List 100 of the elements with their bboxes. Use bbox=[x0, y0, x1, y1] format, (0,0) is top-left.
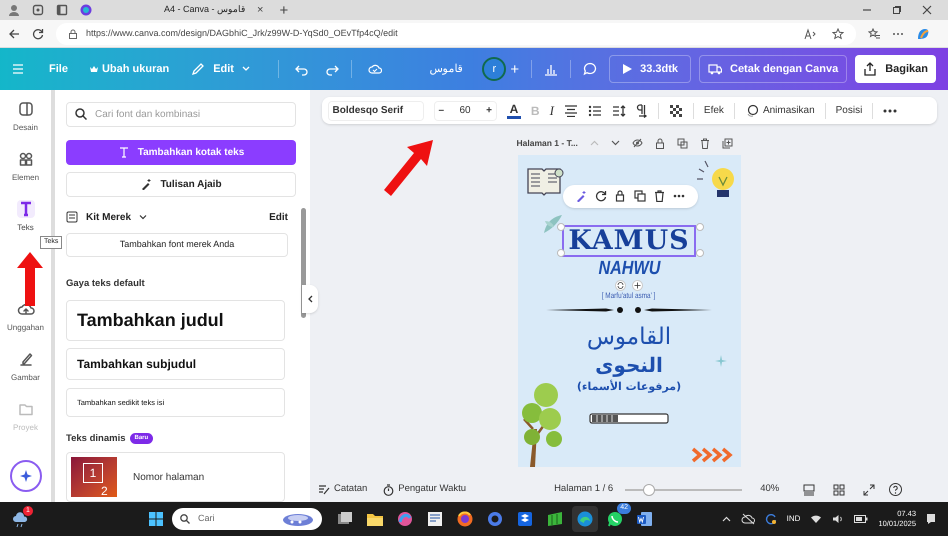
more-icon[interactable] bbox=[673, 194, 686, 198]
title-text[interactable]: KAMUS bbox=[562, 224, 696, 257]
star-icon[interactable] bbox=[832, 28, 844, 40]
chevron-up-icon[interactable] bbox=[722, 516, 731, 522]
share-button[interactable]: Bagikan bbox=[855, 55, 936, 83]
favorites-icon[interactable] bbox=[868, 28, 880, 40]
more-icon[interactable] bbox=[883, 108, 898, 112]
start-icon[interactable] bbox=[148, 511, 164, 527]
brand-kit-dropdown[interactable]: Kit Merek bbox=[86, 210, 148, 224]
text-color-button[interactable]: A bbox=[506, 102, 521, 118]
chevron-down-icon[interactable] bbox=[610, 140, 620, 146]
box-icon[interactable] bbox=[516, 510, 534, 528]
add-textbox-button[interactable]: Tambahkan kotak teks bbox=[66, 140, 296, 165]
add-page-icon[interactable] bbox=[722, 138, 733, 149]
transparency-icon[interactable] bbox=[668, 104, 683, 118]
fullscreen-icon[interactable] bbox=[863, 484, 876, 496]
italic-button[interactable]: I bbox=[550, 100, 554, 120]
document-icon[interactable] bbox=[636, 510, 654, 528]
design-title[interactable]: قاموس bbox=[429, 60, 462, 78]
wifi-icon[interactable] bbox=[810, 514, 822, 524]
zoom-slider[interactable] bbox=[625, 484, 742, 496]
search-input[interactable]: Cari font dan kombinasi bbox=[95, 106, 285, 122]
lock-icon[interactable] bbox=[615, 190, 626, 202]
trash-icon[interactable] bbox=[700, 138, 710, 149]
list-icon[interactable] bbox=[588, 104, 602, 116]
workspaces-icon[interactable] bbox=[32, 4, 44, 16]
back-icon[interactable] bbox=[8, 28, 20, 40]
volume-icon[interactable] bbox=[832, 514, 844, 524]
decrease-size-button[interactable]: – bbox=[438, 103, 444, 118]
magic-write-button[interactable]: Tulisan Ajaib bbox=[66, 172, 296, 196]
effects-button[interactable]: Efek bbox=[704, 103, 724, 118]
ring-icon[interactable] bbox=[486, 510, 504, 528]
resize-handle[interactable] bbox=[556, 222, 564, 231]
app-icon[interactable] bbox=[546, 510, 564, 528]
notes-button[interactable]: Catatan bbox=[318, 482, 368, 497]
duplicate-icon[interactable] bbox=[634, 190, 646, 202]
magic-pen-icon[interactable] bbox=[574, 190, 587, 202]
trash-icon[interactable] bbox=[654, 190, 665, 202]
cloud-off-icon[interactable] bbox=[740, 513, 755, 525]
magic-button[interactable] bbox=[10, 460, 42, 492]
present-button[interactable]: 33.3dtk bbox=[609, 55, 691, 83]
new-tab-button[interactable]: + bbox=[279, 2, 288, 18]
page-indicator[interactable]: Halaman 1 / 6 bbox=[554, 482, 614, 497]
chart-icon[interactable] bbox=[544, 62, 558, 76]
edge-icon[interactable] bbox=[576, 510, 594, 528]
rail-tab[interactable]: Gambar bbox=[0, 350, 50, 384]
page-number-item[interactable]: 1 2 Nomor halaman bbox=[66, 452, 285, 502]
lock-icon[interactable] bbox=[654, 138, 665, 149]
restore-icon[interactable] bbox=[892, 5, 902, 15]
notification-icon[interactable] bbox=[926, 513, 936, 525]
chat-icon[interactable] bbox=[606, 510, 624, 528]
rotate-handle-icon[interactable] bbox=[615, 280, 626, 291]
font-size-field[interactable]: 60 bbox=[454, 103, 476, 118]
browser-tab[interactable]: A4 - Canva - قاموس bbox=[164, 3, 246, 17]
taskbar-search[interactable]: Cari bbox=[172, 508, 322, 530]
add-brand-font-button[interactable]: Tambahkan font merek Anda bbox=[66, 232, 288, 258]
read-aloud-icon[interactable] bbox=[804, 28, 816, 40]
move-handle-icon[interactable] bbox=[632, 280, 643, 291]
paragraph-icon[interactable] bbox=[636, 104, 648, 118]
animate-button[interactable]: Animasikan bbox=[744, 103, 815, 118]
battery-icon[interactable] bbox=[854, 515, 868, 523]
language-indicator[interactable]: IND bbox=[786, 513, 800, 525]
close-icon[interactable] bbox=[922, 5, 932, 15]
add-subheading-button[interactable]: Tambahkan subjudul bbox=[66, 348, 285, 380]
spacing-icon[interactable] bbox=[612, 104, 626, 116]
align-center-icon[interactable] bbox=[564, 104, 578, 116]
reload-icon[interactable] bbox=[32, 28, 44, 40]
rail-tab[interactable]: Desain bbox=[0, 100, 50, 134]
tab-close-button[interactable]: × bbox=[257, 4, 264, 16]
help-icon[interactable] bbox=[889, 483, 902, 496]
news-icon[interactable] bbox=[426, 510, 444, 528]
add-heading-button[interactable]: Tambahkan judul bbox=[66, 300, 285, 341]
grid-view-icon[interactable] bbox=[833, 484, 846, 496]
rail-tab[interactable]: Elemen bbox=[0, 150, 50, 184]
hide-icon[interactable] bbox=[632, 138, 643, 148]
weather-icon[interactable] bbox=[12, 510, 30, 528]
rail-tab[interactable]: Unggahan bbox=[0, 300, 50, 334]
edit-link[interactable]: Edit bbox=[269, 210, 288, 224]
sync-icon[interactable] bbox=[764, 513, 777, 525]
timer-button[interactable]: Pengatur Waktu bbox=[383, 482, 466, 497]
font-dropdown[interactable]: Boldesqo Serif bbox=[328, 100, 424, 120]
swirl-icon[interactable] bbox=[396, 510, 414, 528]
add-collaborator-button[interactable]: + bbox=[510, 62, 520, 76]
avatar[interactable]: r bbox=[482, 57, 506, 81]
zoom-level[interactable]: 40% bbox=[760, 482, 780, 497]
print-button[interactable]: Cetak dengan Canva bbox=[699, 55, 848, 83]
rotate-icon[interactable] bbox=[594, 190, 607, 202]
search-input[interactable]: Cari bbox=[198, 512, 258, 526]
profile-icon[interactable] bbox=[8, 4, 20, 16]
rail-tab[interactable]: Teks bbox=[0, 200, 50, 234]
duplicate-icon[interactable] bbox=[676, 138, 688, 149]
search-field[interactable]: Cari font dan kombinasi bbox=[66, 102, 296, 127]
collapse-panel-button[interactable] bbox=[302, 285, 318, 313]
position-button[interactable]: Posisi bbox=[836, 103, 862, 118]
resize-handle[interactable] bbox=[696, 222, 704, 231]
comment-icon[interactable] bbox=[583, 62, 598, 76]
copilot-icon[interactable] bbox=[916, 26, 930, 40]
increase-size-button[interactable]: + bbox=[486, 103, 492, 118]
page-title[interactable]: Halaman 1 - T... bbox=[516, 137, 578, 150]
tab-actions-icon[interactable] bbox=[56, 4, 68, 16]
